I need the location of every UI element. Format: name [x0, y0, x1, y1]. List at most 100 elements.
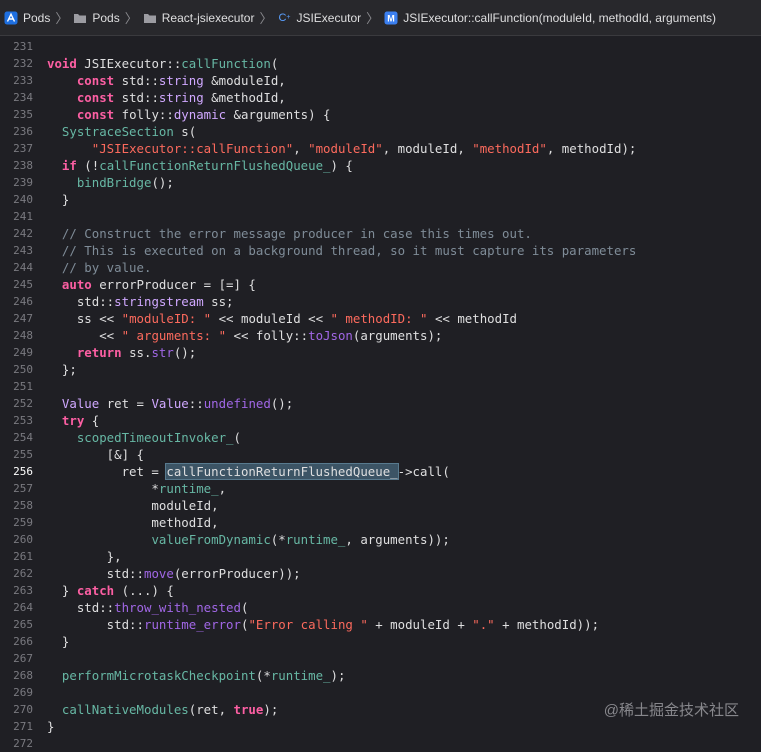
code-token: s( — [173, 124, 197, 139]
code-token: (errorProducer)); — [173, 566, 301, 581]
code-token: string — [158, 73, 204, 88]
code-token: try — [61, 413, 85, 428]
breadcrumb-method[interactable]: M JSIExecutor::callFunction(moduleId, me… — [384, 0, 717, 35]
breadcrumb-label: JSIExecutor::callFunction(moduleId, meth… — [403, 10, 717, 25]
code-token: , — [218, 481, 227, 496]
code-text: valueFromDynamic(*runtime_, arguments)); — [47, 531, 449, 548]
code-token: << folly:: — [226, 328, 309, 343]
code-line[interactable]: 272 — [0, 735, 761, 752]
code-token: "." — [472, 617, 495, 632]
code-token: &arguments) { — [226, 107, 331, 122]
code-line[interactable]: 237 "JSIExecutor::callFunction", "module… — [0, 140, 761, 157]
code-text: const folly::dynamic &arguments) { — [47, 106, 331, 123]
code-line[interactable]: 253 try { — [0, 412, 761, 429]
code-line[interactable]: 252 Value ret = Value::undefined(); — [0, 395, 761, 412]
code-line[interactable]: 256 ret = callFunctionReturnFlushedQueue… — [0, 463, 761, 480]
code-text: }, — [47, 548, 122, 565]
code-line[interactable]: 232 void JSIExecutor::callFunction( — [0, 55, 761, 72]
code-text: void JSIExecutor::callFunction( — [47, 55, 278, 72]
code-line[interactable]: 267 — [0, 650, 761, 667]
code-line[interactable]: 249 return ss.str(); — [0, 344, 761, 361]
breadcrumb-react-jsiexecutor[interactable]: React-jsiexecutor — [143, 0, 255, 35]
code-text: }; — [47, 361, 77, 378]
code-line[interactable]: 235 const folly::dynamic &arguments) { — [0, 106, 761, 123]
code-line[interactable]: 264 std::throw_with_nested( — [0, 599, 761, 616]
code-token: }, — [47, 549, 122, 564]
code-line[interactable]: 250 }; — [0, 361, 761, 378]
line-number: 231 — [13, 40, 33, 53]
line-number: 269 — [13, 686, 33, 699]
code-token: ) { — [330, 158, 353, 173]
line-number: 255 — [13, 448, 33, 461]
code-token: ); — [263, 702, 279, 717]
code-line[interactable]: 244 // by value. — [0, 259, 761, 276]
line-number: 245 — [13, 278, 33, 291]
code-token: if — [61, 158, 77, 173]
code-line[interactable]: 234 const std::string &methodId, — [0, 89, 761, 106]
code-token: std:: — [47, 600, 115, 615]
code-line[interactable]: 247 ss << "moduleID: " << moduleId << " … — [0, 310, 761, 327]
code-line[interactable]: 251 — [0, 378, 761, 395]
code-token: :: — [188, 396, 204, 411]
code-line[interactable]: 263 } catch (...) { — [0, 582, 761, 599]
code-line[interactable]: 258 moduleId, — [0, 497, 761, 514]
line-number: 246 — [13, 295, 33, 308]
svg-text:M: M — [387, 13, 395, 23]
code-line[interactable]: 268 performMicrotaskCheckpoint(*runtime_… — [0, 667, 761, 684]
code-token: dynamic — [173, 107, 227, 122]
code-token: } — [47, 634, 70, 649]
code-line[interactable]: 239 bindBridge(); — [0, 174, 761, 191]
code-text: std::runtime_error("Error calling " + mo… — [47, 616, 599, 633]
code-line[interactable]: 241 — [0, 208, 761, 225]
code-line[interactable]: 245 auto errorProducer = [=] { — [0, 276, 761, 293]
code-line[interactable]: 233 const std::string &moduleId, — [0, 72, 761, 89]
code-editor[interactable]: 231232 void JSIExecutor::callFunction(233… — [0, 36, 761, 750]
code-token: (* — [270, 532, 286, 547]
line-number: 243 — [13, 244, 33, 257]
code-line[interactable]: 243 // This is executed on a background … — [0, 242, 761, 259]
code-line[interactable]: 242 // Construct the error message produ… — [0, 225, 761, 242]
code-token: methodId, — [47, 515, 219, 530]
code-line[interactable]: 262 std::move(errorProducer)); — [0, 565, 761, 582]
code-line[interactable]: 261 }, — [0, 548, 761, 565]
line-number: 238 — [13, 159, 33, 172]
code-text: } — [47, 718, 54, 735]
code-text: if (!callFunctionReturnFlushedQueue_) { — [47, 157, 353, 174]
code-line[interactable]: 248 << " arguments: " << folly::toJson(a… — [0, 327, 761, 344]
code-line[interactable]: 238 if (!callFunctionReturnFlushedQueue_… — [0, 157, 761, 174]
code-line[interactable]: 266 } — [0, 633, 761, 650]
code-token: // Construct the error message producer … — [47, 226, 532, 241]
breadcrumb-pods-group[interactable]: Pods — [73, 0, 120, 35]
breadcrumb-pods-project[interactable]: Pods — [4, 0, 50, 35]
code-line[interactable]: 236 SystraceSection s( — [0, 123, 761, 140]
code-token: "methodId" — [472, 141, 547, 156]
code-token: "moduleId" — [308, 141, 383, 156]
breadcrumb-jsiexecutor-file[interactable]: C + JSIExecutor — [277, 0, 362, 35]
code-token: catch — [76, 583, 115, 598]
breadcrumb-label: JSIExecutor — [296, 10, 362, 25]
code-line[interactable]: 259 methodId, — [0, 514, 761, 531]
code-line[interactable]: 246 std::stringstream ss; — [0, 293, 761, 310]
code-line[interactable]: 255 [&] { — [0, 446, 761, 463]
code-line[interactable]: 271} — [0, 718, 761, 735]
code-line[interactable]: 260 valueFromDynamic(*runtime_, argument… — [0, 531, 761, 548]
code-line[interactable]: 257 *runtime_, — [0, 480, 761, 497]
code-token: callFunctionReturnFlushedQueue_ — [165, 463, 399, 480]
chevron-right-icon: 〉 — [124, 11, 138, 26]
code-line[interactable]: 254 scopedTimeoutInvoker_( — [0, 429, 761, 446]
code-text: Value ret = Value::undefined(); — [47, 395, 293, 412]
code-line[interactable]: 240 } — [0, 191, 761, 208]
line-number: 263 — [13, 584, 33, 597]
code-text: // This is executed on a background thre… — [47, 242, 636, 259]
code-token: callNativeModules — [61, 702, 189, 717]
code-token: true — [233, 702, 264, 717]
line-number: 242 — [13, 227, 33, 240]
code-line[interactable]: 231 — [0, 38, 761, 55]
breadcrumb-label: React-jsiexecutor — [161, 10, 255, 25]
code-line[interactable]: 265 std::runtime_error("Error calling " … — [0, 616, 761, 633]
